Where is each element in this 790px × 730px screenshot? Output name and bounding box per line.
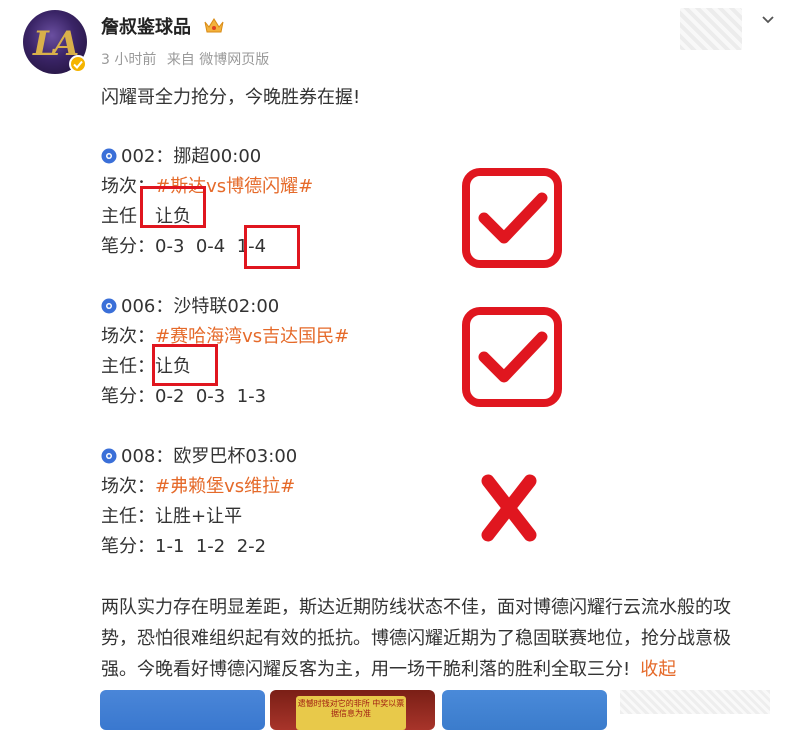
post-intro: 闪耀哥全力抢分，今晚胜券在握!	[101, 87, 361, 108]
analysis-line: 强。今晚看好博德闪耀反客为主，用一场干脆利落的胜利全取三分!	[101, 659, 631, 680]
score-value: 1-3	[236, 386, 267, 407]
highlight-box	[244, 225, 300, 269]
score-label: 笔分：	[101, 386, 155, 407]
match-main-pick: 主任：让胜+让平	[101, 502, 242, 528]
header-blurred-image	[680, 8, 742, 50]
venue-label: 场次：	[101, 476, 155, 497]
score-label: 笔分：	[101, 536, 155, 557]
thumbnail-note: 遗憾时钱对它的非所 中奖以票据信息为准	[296, 696, 406, 730]
score-value: 0-4	[195, 236, 226, 257]
cross-mark-icon	[481, 474, 537, 542]
match-header: 006：沙特联02:00	[101, 292, 279, 318]
match-header-text: 006：沙特联02:00	[121, 296, 280, 317]
check-mark-icon	[462, 168, 562, 268]
analysis-line-last: 强。今晚看好博德闪耀反客为主，用一场干脆利落的胜利全取三分! 收起	[101, 654, 761, 685]
analysis-paragraph: 两队实力存在明显差距，斯达近期防线状态不佳，面对博德闪耀行云流水般的攻 势，恐怕…	[101, 592, 761, 685]
match-header: 008：欧罗巴杯03:00	[101, 442, 297, 468]
author-name[interactable]: 詹叔鉴球品	[101, 13, 225, 39]
score-value: 0-2	[155, 386, 185, 407]
soccer-ball-icon	[101, 148, 117, 164]
blurred-region	[620, 690, 770, 714]
check-mark-icon	[462, 307, 562, 407]
match-venue: 场次：#赛哈海湾vs吉达国民#	[101, 322, 349, 348]
post-time[interactable]: 3 小时前	[101, 52, 156, 68]
match-header-text: 008：欧罗巴杯03:00	[121, 446, 298, 467]
match-scores: 笔分：0-3 0-4 1-4	[101, 232, 266, 258]
image-thumbnail[interactable]: 遗憾时钱对它的非所 中奖以票据信息为准	[270, 690, 435, 730]
match-header-text: 002：挪超00:00	[121, 146, 262, 167]
soccer-ball-icon	[101, 448, 117, 464]
verified-badge-icon	[69, 55, 87, 73]
avatar-logo: LA	[33, 24, 79, 64]
collapse-link[interactable]: 收起	[640, 659, 676, 680]
score-label: 笔分：	[101, 236, 155, 257]
score-value: 2-2	[236, 536, 267, 557]
match-venue: 场次：#弗赖堡vs维拉#	[101, 472, 295, 498]
score-value: 1-1	[155, 536, 185, 557]
image-thumbnail[interactable]	[100, 690, 265, 730]
soccer-ball-icon	[101, 298, 117, 314]
match-header: 002：挪超00:00	[101, 142, 261, 168]
crown-icon	[204, 18, 224, 33]
post-source: 来自 微博网页版	[166, 52, 270, 68]
highlight-box	[140, 186, 206, 228]
analysis-line: 势，恐怕很难组织起有效的抵抗。博德闪耀近期为了稳固联赛地位，抢分战意极	[101, 628, 731, 649]
score-value: 0-3	[155, 236, 185, 257]
venue-label: 场次：	[101, 326, 155, 347]
match-scores: 笔分：1-1 1-2 2-2	[101, 532, 266, 558]
post-meta: 3 小时前 来自 微博网页版	[101, 49, 275, 69]
author-name-text[interactable]: 詹叔鉴球品	[101, 17, 191, 38]
main-pick-value: 让胜+让平	[155, 506, 243, 527]
topic-tag-link[interactable]: #弗赖堡vs维拉#	[155, 476, 295, 497]
score-value: 0-3	[195, 386, 226, 407]
image-thumbnail[interactable]	[442, 690, 607, 730]
highlight-box	[152, 344, 218, 386]
main-pick-label: 主任：	[101, 506, 155, 527]
score-value: 1-2	[195, 536, 226, 557]
analysis-line: 两队实力存在明显差距，斯达近期防线状态不佳，面对博德闪耀行云流水般的攻	[101, 597, 731, 618]
match-venue: 场次：#斯达vs博德闪耀#	[101, 172, 313, 198]
chevron-down-icon[interactable]	[760, 12, 776, 28]
main-pick-label: 主任：	[101, 356, 155, 377]
